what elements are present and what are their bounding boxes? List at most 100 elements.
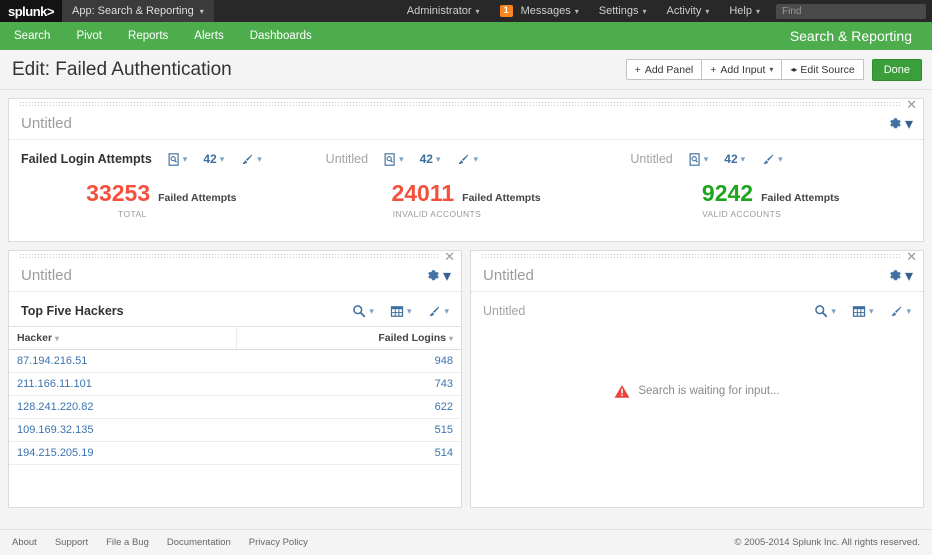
nav-item-alerts[interactable]: Alerts	[194, 30, 239, 42]
topbar-item-label: Settings	[598, 5, 639, 17]
panel-title[interactable]: Untitled	[483, 267, 534, 284]
column-header-hacker[interactable]: Hacker ▾	[9, 326, 238, 350]
topbar-item-help[interactable]: Help ▾	[719, 0, 770, 22]
close-icon[interactable]: ✕	[444, 250, 455, 263]
app-switcher[interactable]: App: Search & Reporting ▾	[62, 0, 214, 22]
topbar-item-messages[interactable]: 1 Messages ▾	[490, 0, 589, 22]
search-button[interactable]: ▾	[352, 304, 374, 318]
nav-item-dashboards[interactable]: Dashboards	[250, 30, 328, 42]
nav-item-reports[interactable]: Reports	[128, 30, 184, 42]
cell-hacker[interactable]: 211.166.11.101	[9, 372, 237, 396]
viz-title[interactable]: Untitled	[326, 152, 368, 166]
viz-tools: ▾ 42 ▾ ▾	[673, 152, 783, 166]
panel-settings-button[interactable]: ▾	[889, 266, 913, 286]
table-container: Hacker ▾ Failed Logins ▾ 87.194.216.51 948	[9, 326, 461, 507]
topbar-item-administrator[interactable]: Administrator ▾	[397, 0, 490, 22]
table-row[interactable]: 87.194.216.51 948	[9, 349, 461, 373]
panel-drag-handle[interactable]: ✕	[9, 250, 461, 263]
panel-drag-handle[interactable]: ✕	[471, 250, 923, 263]
page-title: Edit: Failed Authentication	[12, 58, 232, 80]
chevron-down-icon: ▾	[219, 153, 225, 164]
number-format-button[interactable]: 42 ▾	[203, 152, 224, 166]
format-style-button[interactable]: ▾	[456, 153, 478, 166]
nav-item-search[interactable]: Search	[14, 30, 66, 42]
viz-tools: ▾ 42 ▾ ▾	[368, 152, 478, 166]
viz-title[interactable]: Untitled	[483, 304, 525, 318]
sort-icon: ▾	[55, 334, 60, 343]
number-format-icon: 42	[724, 152, 738, 166]
footer-link-support[interactable]: Support	[55, 537, 88, 548]
chevron-down-icon: ▾	[740, 153, 746, 164]
edit-source-button[interactable]: ◂▸ Edit Source	[781, 59, 864, 80]
chevron-down-icon: ▾	[574, 6, 579, 16]
cell-hacker[interactable]: 87.194.216.51	[9, 349, 237, 373]
visualization-type-button[interactable]: ▾	[852, 305, 873, 318]
cell-failed-logins[interactable]: 515	[236, 418, 461, 442]
number-format-button[interactable]: 42 ▾	[724, 152, 745, 166]
footer-link-file-a-bug[interactable]: File a Bug	[106, 537, 149, 548]
chevron-down-icon: ▾	[475, 6, 480, 16]
single-value-label: Failed Attempts	[158, 192, 237, 204]
search-doc-icon-button[interactable]: ▾	[689, 152, 708, 166]
single-value-number: 33253	[86, 180, 151, 206]
add-input-prefix: +	[710, 63, 717, 76]
topbar-item-activity[interactable]: Activity ▾	[657, 0, 720, 22]
viz-header: Untitled ▾ ▾ ▾	[471, 296, 923, 326]
cell-failed-logins[interactable]: 948	[236, 349, 461, 373]
search-doc-icon-button[interactable]: ▾	[384, 152, 404, 166]
topbar-item-label: Activity	[666, 5, 702, 17]
cell-hacker[interactable]: 109.169.32.135	[9, 418, 237, 442]
topbar-item-settings[interactable]: Settings ▾	[589, 0, 657, 22]
search-doc-icon-button[interactable]: ▾	[168, 152, 188, 166]
cell-hacker[interactable]: 128.241.220.82	[9, 395, 237, 419]
single-value-line: 24011 Failed Attempts	[391, 182, 540, 205]
format-style-button[interactable]: ▾	[889, 305, 911, 318]
page-header-actions: + Add Panel + Add Input ▾ ◂▸ Edit Source…	[625, 58, 922, 81]
panel-title[interactable]: Untitled	[21, 115, 72, 132]
close-icon[interactable]: ✕	[906, 250, 917, 263]
chevron-down-icon: ▾	[182, 153, 188, 164]
number-format-button[interactable]: 42 ▾	[420, 152, 441, 166]
cell-failed-logins[interactable]: 622	[236, 395, 461, 419]
splunk-logo[interactable]: splunk >	[0, 0, 62, 22]
panel-waiting: ✕ Untitled ▾ Untitled ▾ ▾ ▾ Search is wa…	[470, 250, 924, 508]
viz-title[interactable]: Untitled	[630, 152, 672, 166]
format-style-button[interactable]: ▾	[761, 153, 783, 166]
table-row[interactable]: 128.241.220.82 622	[9, 395, 461, 419]
done-button[interactable]: Done	[871, 58, 922, 81]
panel-drag-handle[interactable]: ✕	[9, 98, 923, 111]
cell-failed-logins[interactable]: 743	[236, 372, 461, 396]
drag-dots-icon	[19, 253, 439, 258]
top-navigation-bar: splunk > App: Search & Reporting ▾ Admini…	[0, 0, 932, 22]
footer-link-documentation[interactable]: Documentation	[167, 537, 231, 548]
add-panel-label: Add Panel	[644, 63, 694, 76]
table-row[interactable]: 211.166.11.101 743	[9, 372, 461, 396]
panel-title-bar: Untitled ▾	[9, 260, 461, 292]
close-icon[interactable]: ✕	[906, 98, 917, 111]
panel-settings-button[interactable]: ▾	[427, 266, 451, 286]
cell-hacker[interactable]: 194.215.205.19	[9, 441, 237, 465]
single-value-number: 9242	[701, 180, 754, 206]
search-button[interactable]: ▾	[814, 304, 836, 318]
chevron-down-icon: ▾	[778, 153, 783, 164]
panel-title[interactable]: Untitled	[21, 267, 72, 284]
nav-item-pivot[interactable]: Pivot	[76, 30, 118, 42]
table-row[interactable]: 194.215.205.19 514	[9, 441, 461, 465]
panel-settings-button[interactable]: ▾	[889, 114, 913, 134]
single-value-row: 33253 Failed Attempts TOTAL 24011 Failed…	[9, 174, 923, 241]
add-panel-button[interactable]: + Add Panel	[625, 59, 703, 80]
add-input-button[interactable]: + Add Input ▾	[701, 59, 783, 80]
format-style-button[interactable]: ▾	[427, 305, 449, 318]
footer-link-privacy-policy[interactable]: Privacy Policy	[249, 537, 308, 548]
viz-title[interactable]: Failed Login Attempts	[21, 152, 152, 166]
format-style-button[interactable]: ▾	[240, 153, 262, 166]
viz-title[interactable]: Top Five Hackers	[21, 304, 124, 318]
cell-failed-logins[interactable]: 514	[236, 441, 461, 465]
table-row[interactable]: 109.169.32.135 515	[9, 418, 461, 442]
single-value-cell-invalid: Untitled ▾ 42 ▾ ▾	[314, 140, 619, 174]
table-head: Hacker ▾ Failed Logins ▾	[9, 326, 461, 350]
visualization-type-button[interactable]: ▾	[390, 305, 411, 318]
column-header-failed-logins[interactable]: Failed Logins ▾	[236, 326, 461, 350]
footer-link-about[interactable]: About	[12, 537, 37, 548]
find-input[interactable]: Find	[776, 3, 926, 19]
